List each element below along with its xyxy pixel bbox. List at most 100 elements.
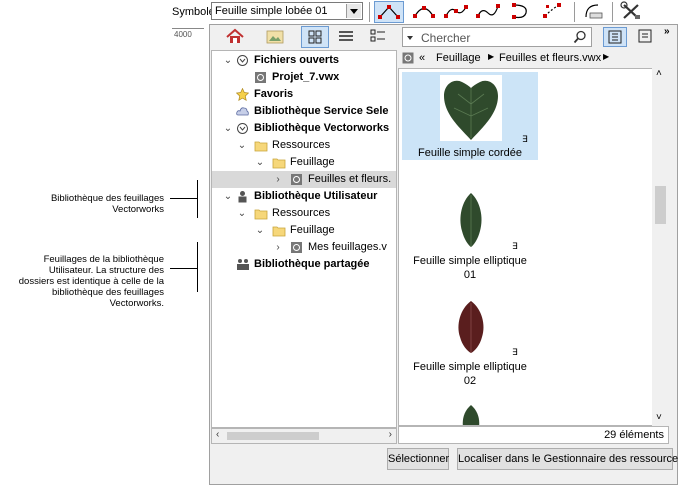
annotation-line: bibliothèque des feuillages [52, 287, 164, 298]
breadcrumb-separator-icon: ▶ [603, 52, 610, 61]
s-curve-icon [476, 4, 500, 18]
preview-pane-icon [608, 30, 622, 44]
info-pane-icon [638, 29, 652, 43]
tree-item-project-file[interactable]: Projet_7.vwx [212, 69, 396, 86]
tree-item-user-foliage[interactable]: ⌄ Feuillage [212, 222, 396, 239]
scrollbar-thumb[interactable] [227, 432, 319, 440]
search-options-icon[interactable] [407, 36, 413, 40]
resource-name-suffix: 02 [463, 375, 477, 387]
search-placeholder: Chercher [421, 31, 471, 45]
chevron-down-icon[interactable]: ⌄ [222, 120, 234, 137]
preview-pane-button[interactable] [603, 27, 627, 47]
chevron-down-icon[interactable]: ⌄ [222, 188, 234, 205]
annotation-line: Feuillages de la bibliothèque [43, 254, 164, 265]
library-tree: ⌄ Fichiers ouverts Projet_7.vwx Favoris … [211, 50, 397, 428]
double-arc-tool-button[interactable] [442, 1, 472, 23]
toolbar-divider [612, 2, 613, 22]
breadcrumb-back[interactable]: « [419, 52, 425, 64]
tree-item-my-foliage[interactable]: › Mes feuillages.v [212, 239, 396, 256]
chevron-down-icon[interactable]: ⌄ [236, 205, 248, 222]
locate-in-resource-manager-button[interactable]: Localiser dans le Gestionnaire des resso… [457, 448, 678, 470]
home-button[interactable] [222, 26, 250, 48]
resource-thumbnail: ∃ [402, 72, 538, 146]
ruler-value: 4000 [174, 30, 192, 39]
breadcrumb-item[interactable]: Feuilles et fleurs.vwx [499, 52, 601, 64]
chevron-down-icon[interactable]: ⌄ [254, 154, 266, 171]
select-button[interactable]: Sélectionner [387, 448, 449, 470]
folder-open-button[interactable] [262, 26, 290, 48]
chevron-down-icon[interactable]: ⌄ [236, 137, 248, 154]
tree-item-user-resources[interactable]: ⌄ Ressources [212, 205, 396, 222]
scroll-right-icon[interactable]: › [389, 429, 392, 440]
settings-tools-button[interactable] [618, 1, 648, 23]
tree-item-label: Feuilles et fleurs. [308, 173, 392, 185]
arc-point-tool-button[interactable] [374, 1, 404, 23]
chevron-down-icon[interactable]: ⌄ [222, 52, 234, 69]
content-vertical-scrollbar[interactable]: ˄ ˅ [652, 68, 669, 426]
overflow-chevron-icon[interactable]: » [664, 26, 670, 37]
chevron-right-icon[interactable]: › [272, 171, 284, 188]
curve-fit-tool-button[interactable] [580, 1, 610, 23]
chevron-down-icon[interactable]: ⌄ [254, 222, 266, 239]
tree-item-shared-library[interactable]: Bibliothèque partagée [212, 256, 396, 273]
spiral-curve-tool-button[interactable] [506, 1, 536, 23]
home-icon [226, 28, 244, 43]
list-view-button[interactable] [333, 26, 361, 48]
resource-name: Feuille simple elliptique [413, 361, 527, 373]
user-library-icon [236, 190, 249, 203]
open-files-icon [236, 54, 249, 67]
tree-item-leaves-and-flowers[interactable]: › Feuilles et fleurs. [212, 171, 396, 188]
status-bar: 29 éléments [398, 426, 669, 444]
tree-item-label: Favoris [254, 88, 294, 100]
tree-item-favorites[interactable]: Favoris [212, 86, 396, 103]
annotation-vectorworks-foliage: Bibliothèque des feuillages Vectorworks [0, 193, 164, 215]
tree-horizontal-scrollbar[interactable]: ‹ › [211, 428, 397, 444]
tree-item-label: Ressources [272, 139, 331, 151]
resource-item[interactable]: ∃ Feuille simple elliptique 01 [402, 187, 538, 282]
tree-item-service-select-library[interactable]: Bibliothèque Service Sele [212, 103, 396, 120]
s-curve-tool-button[interactable] [474, 1, 504, 23]
chevron-right-icon[interactable]: › [272, 239, 284, 256]
tree-item-foliage[interactable]: ⌄ Feuillage [212, 154, 396, 171]
arc-curve-tool-button[interactable] [410, 1, 440, 23]
scroll-up-icon[interactable]: ˄ [656, 68, 662, 79]
tree-item-resources[interactable]: ⌄ Ressources [212, 137, 396, 154]
folder-image-icon [266, 30, 284, 44]
settings-tools-icon [620, 1, 640, 19]
annotation-line: Vectorworks [112, 204, 164, 215]
resource-item[interactable]: ∃ Feuille simple cordée [402, 72, 538, 160]
tree-item-vectorworks-library[interactable]: ⌄ Bibliothèque Vectorworks [212, 120, 396, 137]
double-arc-icon [444, 5, 468, 18]
curve-fit-icon [585, 4, 603, 19]
grid-view-icon [308, 30, 322, 44]
detail-view-icon [370, 29, 385, 42]
vwx-file-icon [290, 241, 303, 254]
symbol-label: Symbole [172, 6, 215, 18]
leaf-thumbnail-icon: ∃ [460, 193, 518, 251]
annotation-bracket [197, 242, 198, 292]
folder-icon [272, 224, 286, 237]
scroll-down-icon[interactable]: ˅ [656, 412, 662, 423]
scrollbar-thumb[interactable] [655, 186, 666, 224]
symbol-dropdown[interactable]: Feuille simple lobée 01 [211, 2, 363, 20]
scatter-points-icon [543, 3, 561, 18]
svg-text:∃: ∃ [522, 134, 528, 144]
vwx-file-icon [402, 52, 414, 67]
tree-item-open-files[interactable]: ⌄ Fichiers ouverts [212, 52, 396, 69]
chevron-down-icon[interactable] [346, 4, 361, 18]
breadcrumb-item[interactable]: Feuillage [436, 52, 481, 64]
scatter-points-tool-button[interactable] [538, 1, 568, 23]
tree-item-label: Bibliothèque Service Sele [254, 105, 389, 117]
grid-view-button[interactable] [301, 26, 329, 48]
folder-icon [272, 156, 286, 169]
toolbar-divider [369, 2, 370, 22]
search-input[interactable]: Chercher [402, 27, 592, 47]
tree-item-user-library[interactable]: ⌄ Bibliothèque Utilisateur [212, 188, 396, 205]
detail-view-button[interactable] [365, 26, 393, 48]
resource-item[interactable]: ∃ Feuille simple elliptique 02 [402, 291, 538, 388]
scroll-left-icon[interactable]: ‹ [216, 429, 219, 440]
resource-item[interactable] [402, 401, 538, 425]
arc-curve-icon [413, 6, 435, 18]
search-icon[interactable] [573, 30, 587, 44]
info-pane-button[interactable] [634, 27, 658, 47]
